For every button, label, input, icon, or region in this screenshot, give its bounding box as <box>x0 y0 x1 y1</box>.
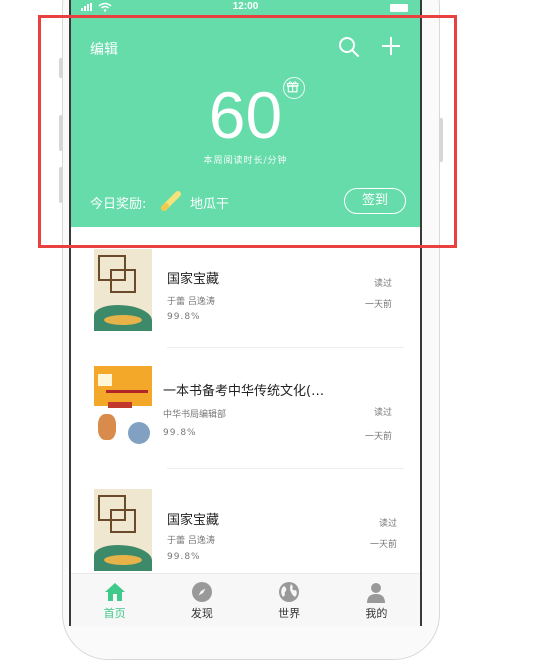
status-bar: 12:00 <box>71 0 420 14</box>
battery-icon <box>390 4 408 12</box>
tab-label: 发现 <box>190 607 213 620</box>
globe-icon <box>279 582 300 602</box>
today-reward-label: 今日奖励: <box>90 197 147 212</box>
book-author: 于蕾 吕逸涛 <box>167 536 215 546</box>
book-progress: 99.8% <box>167 552 201 562</box>
home-icon <box>104 583 125 601</box>
tab-world[interactable]: 世界 <box>246 574 333 626</box>
book-author: 于蕾 吕逸涛 <box>167 297 215 307</box>
phone-side-button <box>59 58 63 78</box>
phone-side-button <box>439 118 443 162</box>
book-cover-image <box>94 489 152 571</box>
add-icon[interactable] <box>380 35 402 57</box>
book-progress: 99.8% <box>167 312 201 322</box>
search-icon[interactable] <box>338 36 360 58</box>
bottom-tab-bar: 首页 发现 世界 我的 <box>71 573 420 626</box>
gift-icon[interactable] <box>283 77 305 99</box>
book-cover-image <box>94 249 152 331</box>
tab-label: 世界 <box>278 607 301 620</box>
book-list: 国家宝藏 于蕾 吕逸涛 99.8% 读过 一天前 一本书备考中华传统文化(… 中… <box>71 227 420 573</box>
check-in-button[interactable]: 签到 <box>344 188 406 214</box>
book-title: 一本书备考中华传统文化(… <box>163 384 325 399</box>
status-time: 12:00 <box>232 1 259 12</box>
book-title: 国家宝藏 <box>167 272 220 287</box>
book-read-status: 读过 <box>373 279 392 289</box>
tab-label: 我的 <box>365 607 388 620</box>
book-list-item[interactable]: 国家宝藏 于蕾 吕逸涛 99.8% 读过 一天前 <box>71 227 420 348</box>
tab-mine[interactable]: 我的 <box>333 574 420 626</box>
compass-icon <box>191 582 212 602</box>
weekly-reading-minutes: 60 <box>208 78 283 152</box>
tab-discover[interactable]: 发现 <box>158 574 245 626</box>
book-list-item[interactable]: 国家宝藏 于蕾 吕逸涛 99.8% 读过 一天前 <box>71 469 420 573</box>
reading-summary-header: 编辑 60 本周阅读时长/分钟 今日奖励: 地瓜干 签到 <box>71 14 420 227</box>
book-cover-image <box>94 366 152 448</box>
book-last-read-time: 一天前 <box>364 300 392 310</box>
phone-screen: 12:00 编辑 60 本周阅读时长/分钟 今日奖励: 地瓜干 签到 国家宝藏 … <box>69 0 422 626</box>
edit-button[interactable]: 编辑 <box>90 39 118 59</box>
book-author: 中华书局编辑部 <box>163 410 227 420</box>
book-last-read-time: 一天前 <box>369 540 397 550</box>
tab-home[interactable]: 首页 <box>71 574 158 626</box>
book-progress: 99.8% <box>163 428 197 438</box>
book-read-status: 读过 <box>378 519 397 529</box>
pencil-icon <box>161 191 181 211</box>
book-read-status: 读过 <box>373 408 392 418</box>
phone-side-button <box>59 115 63 151</box>
user-icon <box>367 583 386 603</box>
book-title: 国家宝藏 <box>167 513 220 528</box>
book-last-read-time: 一天前 <box>364 432 392 442</box>
weekly-reading-caption: 本周阅读时长/分钟 <box>203 156 288 166</box>
book-list-item[interactable]: 一本书备考中华传统文化(… 中华书局编辑部 99.8% 读过 一天前 <box>71 348 420 469</box>
phone-side-button <box>59 167 63 203</box>
today-reward-value: 地瓜干 <box>190 197 230 212</box>
tab-label: 首页 <box>103 607 126 620</box>
